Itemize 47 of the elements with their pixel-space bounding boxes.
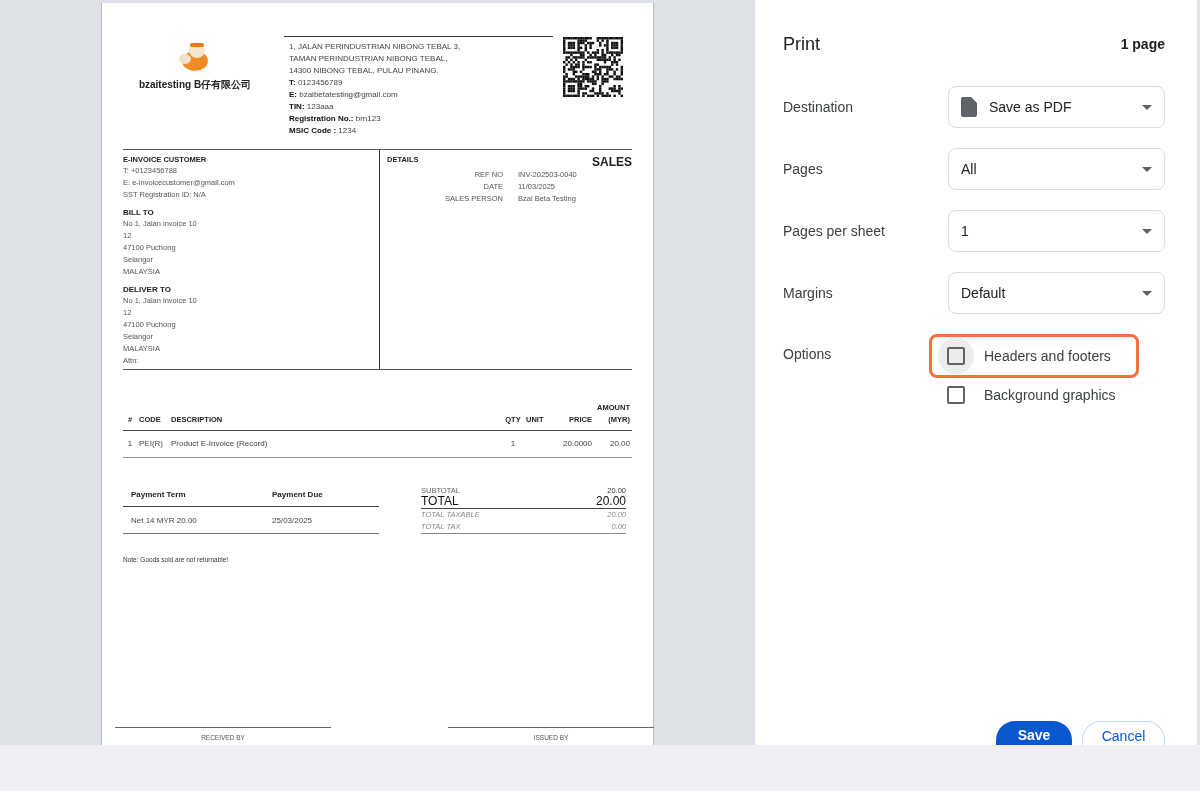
dropdown[interactable]: 1 [948, 210, 1165, 252]
table-cell: 25/03/2025 [264, 506, 379, 534]
dialog-title: Print [783, 33, 820, 55]
caret-icon [1142, 166, 1152, 172]
column-header: Payment Due [264, 484, 379, 507]
dropdown[interactable]: Default [948, 272, 1165, 314]
caret-icon [1142, 228, 1152, 234]
table-cell: Product E-Invoice (Record) [169, 430, 502, 458]
company-name: bzaitesting B仔有限公司 [138, 78, 252, 92]
option-label[interactable]: Background graphics [984, 387, 1116, 403]
document-icon [961, 97, 977, 117]
cancel-button[interactable]: Cancel [1082, 721, 1165, 745]
setting-label: Margins [783, 285, 834, 301]
contact-line: Registration No.: brn123 [289, 113, 382, 125]
total-value: 20.00 [595, 495, 626, 508]
section-heading: DELIVER TO [123, 284, 172, 295]
table-cell: PEI(R) [137, 430, 169, 458]
contact-line: T: 0123456789 [289, 77, 344, 89]
setting-label: Destination [783, 99, 855, 115]
contact-line: TIN: 123aaa [289, 101, 335, 113]
checkbox[interactable] [947, 347, 965, 365]
option-label[interactable]: Headers and footers [984, 348, 1111, 364]
column-header: Payment Term [123, 484, 265, 507]
table-cell: 20.00 [594, 430, 632, 458]
address-line: 1, JALAN PERINDUSTRIAN NIBONG TEBAL 3, [289, 41, 462, 53]
caret-icon [1142, 104, 1152, 110]
table-cell: Net 14 MYR 20.00 [123, 506, 265, 534]
save-button[interactable]: Save [996, 721, 1072, 745]
page-count: 1 page [1120, 36, 1165, 52]
document-type: SALES [592, 155, 632, 169]
dropdown[interactable]: All [948, 148, 1165, 190]
total-label: TOTAL [421, 495, 459, 508]
contact-line: MSIC Code : 1234 [289, 125, 358, 137]
table-cell: 1 [502, 430, 524, 458]
section-heading: BILL TO [123, 207, 155, 218]
table-cell: 1 [123, 430, 137, 458]
checkbox[interactable] [947, 386, 965, 404]
caret-icon [1142, 290, 1152, 296]
setting-label: Pages per sheet [783, 223, 886, 239]
setting-label: Options [783, 346, 833, 362]
dropdown[interactable]: Save as PDF [948, 86, 1165, 128]
qr-code-icon [563, 37, 623, 97]
address-line: 14300 NIBONG TEBAL, PULAU PINANG. [289, 65, 440, 77]
address-line: TAMAN PERINDUSTRIAN NIBONG TEBAL, [289, 53, 449, 65]
setting-label: Pages [783, 161, 824, 177]
contact-line: E: bzaibetatesting@gmail.com [289, 89, 399, 101]
table-cell: 20.0000 [550, 430, 594, 458]
